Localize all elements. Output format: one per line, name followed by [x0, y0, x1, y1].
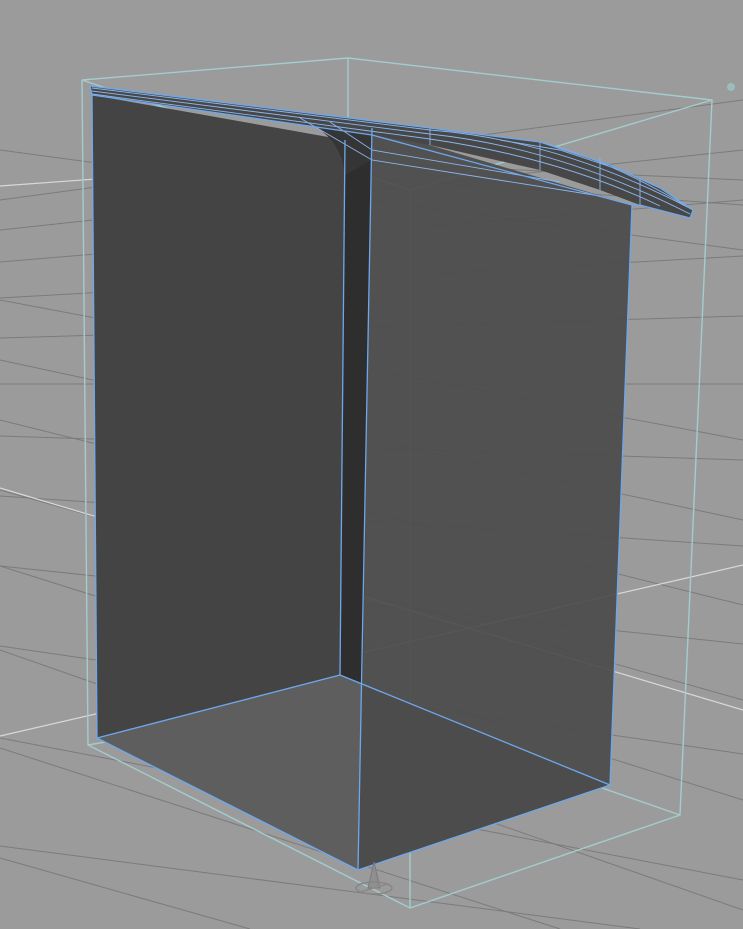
cabinet-mesh[interactable] — [89, 85, 694, 871]
viewport-canvas[interactable] — [0, 0, 743, 929]
side-panel — [358, 128, 632, 870]
back-inner-panel — [92, 95, 345, 738]
3d-viewport[interactable] — [0, 0, 743, 929]
